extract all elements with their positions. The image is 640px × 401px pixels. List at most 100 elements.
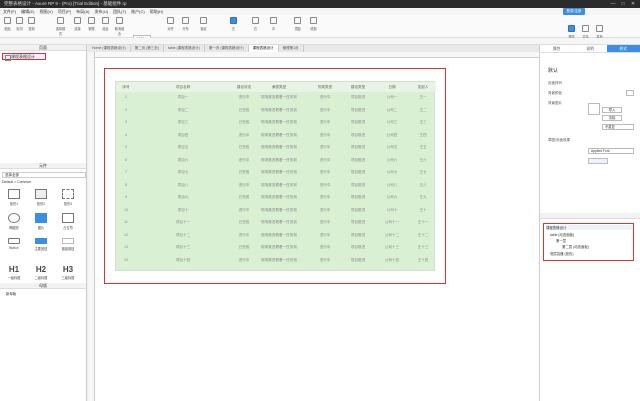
tab-course-table[interactable]: 课程表格设计 xyxy=(248,45,279,52)
table-row[interactable]: 2 项目二 已完成 现场推进看着一任务到 进行中 项目推进 公司二 王二 xyxy=(116,108,436,118)
align-bottom-button[interactable]: 底部 xyxy=(308,17,319,31)
table-row[interactable]: 11 项目十一 已完成 现场推进看着一任务到 进行中 项目推进 公司十一 王十一 xyxy=(116,220,436,230)
table-row[interactable]: 5 项目五 已完成 现场推进看着一任务到 进行中 项目推进 公司五 王五 xyxy=(116,145,436,155)
widget-rect2[interactable]: 矩形2 xyxy=(29,189,53,206)
cut-button[interactable]: 剪切 xyxy=(14,17,25,31)
minimize-button[interactable]: — xyxy=(608,0,618,8)
repeat-select[interactable]: 不重复 xyxy=(602,124,634,130)
widget-primary-button[interactable]: 主要按钮 xyxy=(29,238,53,251)
align-button[interactable]: 对齐 xyxy=(165,17,176,31)
select-mode-button[interactable]: 选择模式 xyxy=(55,17,66,36)
table-cell: 项目推进 xyxy=(350,220,366,224)
paste-button[interactable]: 粘贴 xyxy=(2,17,13,31)
table-row[interactable]: 4 项目四 进行中 现场推进看着一任务到 进行中 项目推进 公司四 王四 xyxy=(116,133,436,143)
table-cell: 项目一 xyxy=(177,95,189,99)
table-cell: 现场推进看着一任务到 xyxy=(261,220,297,224)
import-button[interactable]: 导入 xyxy=(602,107,622,113)
data-table[interactable]: 序号 项目名称 建设状态 隶属类型 所属类型 建设类型 日期 发起人 1 项目一进… xyxy=(115,81,436,271)
table-cell: 公司五 xyxy=(386,145,398,149)
table-cell: 现场推进看着一任务到 xyxy=(261,195,297,199)
clear-button[interactable]: 清除 xyxy=(602,115,622,121)
preview-button[interactable]: 预览 xyxy=(566,25,577,39)
connect-button[interactable]: 连接 xyxy=(72,17,83,31)
page-item[interactable]: 课程表格设计 xyxy=(2,53,46,61)
col-project: 项目名称 xyxy=(175,85,191,89)
tab-first[interactable]: 第一页 (课程表格设计) xyxy=(205,45,249,52)
ungroup-button[interactable]: 取消组合 xyxy=(114,17,125,36)
library-select[interactable]: 选择全部 xyxy=(2,172,86,178)
menu-edit[interactable]: 编辑(E) xyxy=(21,9,34,15)
table-cell: 进行中 xyxy=(238,95,250,99)
tab-notes[interactable]: 说明 xyxy=(573,45,606,52)
widget-rect3[interactable]: 矩形3 xyxy=(56,189,80,206)
table-row[interactable]: 13 项目十三 已完成 现场推进看着一任务到 进行中 项目推进 公司十三 王十三 xyxy=(116,245,436,255)
tab-manage[interactable]: 管理第1页 xyxy=(279,45,304,52)
outline-item[interactable]: 第一层 xyxy=(556,238,566,243)
widget-ellipse[interactable]: 椭圆形 xyxy=(2,213,26,230)
lock-button[interactable]: 锁定 xyxy=(198,17,209,31)
widget-h3[interactable]: H3 三级标题 xyxy=(56,265,80,280)
close-button[interactable]: ✕ xyxy=(628,0,638,8)
table-row[interactable]: 3 项目三 已完成 现场推进看着一任务到 进行中 项目推进 公司三 王三 xyxy=(116,120,436,130)
widget-placeholder[interactable]: 占位符 xyxy=(56,213,80,230)
table-cell: 王八 xyxy=(419,182,427,187)
table-row[interactable]: 9 项目九 已完成 现场推进看着一任务到 进行中 项目推进 公司九 王九 xyxy=(116,195,436,205)
outline-item[interactable]: 第二层 (动态面板) xyxy=(562,244,589,249)
canvas[interactable]: Home (课程表格设计) 第二页 (第三页) table (课程表格设计) 第… xyxy=(88,45,539,401)
widget-image[interactable]: 图片 xyxy=(29,213,53,230)
tab-home[interactable]: Home (课程表格设计) xyxy=(88,45,131,52)
maximize-button[interactable]: □ xyxy=(618,0,628,8)
bg-color-swatch[interactable] xyxy=(626,90,634,96)
line-style-buttons[interactable] xyxy=(588,158,608,164)
widget-button[interactable]: Button xyxy=(2,238,26,250)
menu-publish[interactable]: 发布(U) xyxy=(94,9,108,15)
share-icon xyxy=(582,25,589,32)
table-cell: 王十 xyxy=(419,207,427,212)
master-item[interactable]: 新母版 xyxy=(6,291,16,296)
menu-project[interactable]: 项目(P) xyxy=(58,9,71,15)
col-build-type: 建设类型 xyxy=(350,85,366,89)
copy-button[interactable]: 复制 xyxy=(26,17,37,31)
outline-root[interactable]: 课程表格设计 xyxy=(546,225,632,230)
style-name[interactable]: 默认 xyxy=(548,67,558,74)
tab-properties[interactable]: 属性 xyxy=(540,45,573,52)
outline-item[interactable]: table (动态面板) xyxy=(550,232,574,237)
menu-arrange[interactable]: 布局(A) xyxy=(76,9,89,15)
login-button[interactable]: 登录/注册 xyxy=(563,8,585,15)
table-row[interactable]: 14 项目十四 进行中 现场推进看着一任务到 进行中 项目推进 公司十四 王十四 xyxy=(116,258,436,268)
table-row[interactable]: 12 项目十二 进行中 现场推进看着一任务到 进行中 项目推进 公司十二 王十二 xyxy=(116,233,436,243)
table-row[interactable]: 6 项目六 进行中 现场推进看着一任务到 进行中 项目推进 公司六 王六 xyxy=(116,158,436,168)
table-cell: 进行中 xyxy=(238,157,250,162)
widget-h2[interactable]: H2 二级标题 xyxy=(29,265,53,280)
tab-second[interactable]: 第二页 (第三页) xyxy=(131,45,164,52)
publish-button[interactable]: 发布 xyxy=(594,25,605,39)
menu-account[interactable]: 账户(C) xyxy=(131,9,145,15)
menu-file[interactable]: 文件(F) xyxy=(3,9,16,15)
menu-view[interactable]: 视图(V) xyxy=(39,9,52,15)
library-header: 元件 xyxy=(0,163,86,169)
widget-rect1[interactable]: 矩形1 xyxy=(2,189,26,206)
align-left-button[interactable]: 左 xyxy=(228,17,239,31)
table-cell: 已完成 xyxy=(238,145,250,149)
table-cell: 公司八 xyxy=(386,182,398,187)
font-select[interactable]: Applied Font xyxy=(588,148,634,154)
table-row[interactable]: 7 项目七 已完成 现场推进看着一任务到 进行中 项目推进 公司七 王七 xyxy=(116,170,436,180)
outline-item[interactable]: 底层容器 (矩形) xyxy=(550,251,574,256)
menu-help[interactable]: 帮助(H) xyxy=(150,9,164,15)
table-row[interactable]: 10 项目十 进行中 现场推进看着一任务到 进行中 项目推进 公司十 王十 xyxy=(116,208,436,218)
share-button[interactable]: 共享 xyxy=(580,25,591,39)
table-row[interactable]: 1 项目一 进行中 现场推进看着一任务到 进行中 项目推进 公司一 王一 xyxy=(116,95,436,105)
align-right-button[interactable]: 右 xyxy=(250,17,261,31)
tab-table[interactable]: table (课程表格设计) xyxy=(164,45,205,52)
pen-button[interactable]: 钢笔 xyxy=(86,17,97,31)
align-center-button[interactable]: 中 xyxy=(268,17,279,31)
group-button[interactable]: 组合 xyxy=(100,17,111,31)
distribute-button[interactable]: 分布 xyxy=(180,17,191,31)
widget-h1[interactable]: H1 一级标题 xyxy=(2,265,26,280)
table-row[interactable]: 8 项目八 进行中 现场推进看着一任务到 进行中 项目推进 公司八 王八 xyxy=(116,183,436,193)
tab-style[interactable]: 样式 xyxy=(606,45,640,52)
ungroup-icon xyxy=(116,17,123,24)
widget-link-button[interactable]: 链接按钮 xyxy=(56,238,80,251)
align-top-button[interactable]: 顶部 xyxy=(292,17,303,31)
menu-team[interactable]: 团队(T) xyxy=(113,9,126,15)
